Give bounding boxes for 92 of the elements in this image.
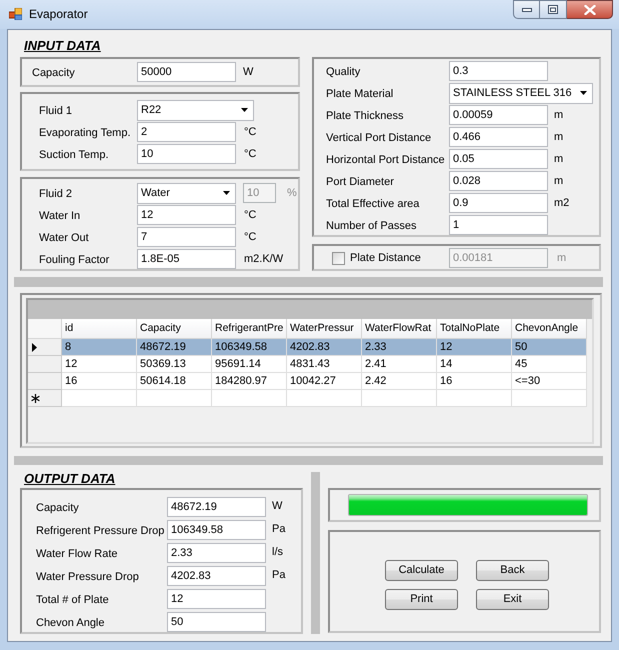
row-header[interactable] bbox=[28, 339, 62, 356]
field-label: Refrigerent Pressure Drop bbox=[36, 524, 164, 536]
field-label: Port Diameter bbox=[326, 176, 394, 188]
close-button[interactable] bbox=[567, 0, 613, 19]
text-field[interactable]: 48672.19 bbox=[167, 496, 266, 516]
section-heading: OUTPUT DATA bbox=[24, 471, 116, 486]
column-header[interactable]: WaterPressur bbox=[287, 319, 362, 339]
column-header[interactable]: ChevonAngle bbox=[512, 319, 587, 339]
text-field[interactable]: 106349.58 bbox=[167, 520, 266, 540]
field-label: Fouling Factor bbox=[39, 254, 110, 266]
text-field[interactable]: 12 bbox=[137, 205, 236, 225]
minimize-button[interactable] bbox=[513, 0, 540, 19]
maximize-icon bbox=[548, 5, 558, 14]
dropdown[interactable]: STAINLESS STEEL 316 bbox=[449, 82, 593, 104]
unit-label: Pa bbox=[272, 568, 286, 584]
field-label: Number of Passes bbox=[326, 220, 416, 232]
field-label: Horizontal Port Distance bbox=[326, 154, 445, 166]
unit-label: m2.K/W bbox=[244, 252, 284, 267]
action-button[interactable]: Exit bbox=[476, 589, 549, 610]
unit-label: m bbox=[554, 130, 564, 145]
unit-label: l/s bbox=[272, 545, 283, 560]
field-label: Capacity bbox=[36, 502, 79, 514]
minimize-icon bbox=[522, 8, 532, 12]
action-button[interactable]: Calculate bbox=[385, 560, 458, 581]
text-field[interactable]: 2 bbox=[137, 122, 236, 142]
field-label: Suction Temp. bbox=[39, 149, 109, 161]
text-field[interactable]: 7 bbox=[137, 227, 236, 247]
text-field[interactable]: 1 bbox=[449, 215, 548, 235]
field-label: Capacity bbox=[32, 67, 75, 79]
text-field[interactable]: 1.8E-05 bbox=[137, 249, 236, 269]
text-field[interactable]: 0.466 bbox=[449, 127, 548, 147]
current-row-icon bbox=[32, 342, 37, 352]
action-button[interactable]: Back bbox=[476, 560, 549, 581]
text-field[interactable]: 0.00059 bbox=[449, 105, 548, 125]
unit-label: m bbox=[554, 174, 564, 189]
row-header[interactable] bbox=[28, 390, 62, 407]
unit-label: Pa bbox=[272, 522, 286, 538]
field-label: Plate Thickness bbox=[326, 110, 404, 122]
text-field[interactable]: 2.33 bbox=[167, 542, 266, 562]
column-header[interactable]: RefrigerantPre bbox=[212, 319, 287, 339]
text-field[interactable]: 4202.83 bbox=[167, 566, 266, 586]
dropdown[interactable]: R22 bbox=[137, 100, 254, 120]
unit-label: °C bbox=[244, 146, 256, 162]
table-row[interactable]: 12 50369.13 95691.14 4831.43 2.41 14 45 bbox=[62, 356, 587, 373]
unit-label: °C bbox=[244, 124, 256, 140]
caret-icon bbox=[580, 91, 587, 95]
text-field[interactable]: 50000 bbox=[137, 62, 236, 82]
unit-label: W bbox=[272, 499, 282, 514]
field-label: Chevon Angle bbox=[36, 616, 104, 628]
action-button[interactable]: Print bbox=[385, 589, 458, 610]
column-header[interactable]: WaterFlowRat bbox=[362, 319, 437, 339]
field-label: Water Out bbox=[39, 232, 89, 244]
window-title: Evaporator bbox=[29, 7, 88, 21]
section-heading: INPUT DATA bbox=[24, 38, 101, 53]
column-header[interactable]: TotalNoPlate bbox=[437, 319, 512, 339]
unit-label: % bbox=[287, 186, 297, 201]
field-label: Vertical Port Distance bbox=[326, 132, 432, 144]
column-header[interactable]: id bbox=[62, 319, 137, 339]
unit-label: °C bbox=[244, 230, 256, 245]
field-label: Evaporating Temp. bbox=[39, 127, 131, 139]
unit-label: m bbox=[557, 250, 566, 266]
table-row[interactable]: 16 50614.18 184280.97 10042.27 2.42 16 <=30 bbox=[62, 373, 587, 390]
dropdown[interactable]: Water bbox=[137, 182, 236, 204]
text-field[interactable]: 0.028 bbox=[449, 171, 548, 191]
text-field[interactable]: 12 bbox=[167, 588, 266, 608]
caret-icon bbox=[241, 108, 248, 112]
unit-label: m bbox=[554, 108, 564, 123]
maximize-button[interactable] bbox=[540, 0, 567, 19]
caret-icon bbox=[223, 191, 230, 195]
text-field[interactable]: 0.3 bbox=[449, 61, 548, 81]
close-icon bbox=[584, 4, 596, 14]
field-label: Fluid 1 bbox=[39, 105, 72, 117]
field-label: Total # of Plate bbox=[36, 594, 109, 606]
field-label: Water In bbox=[39, 210, 80, 222]
text-field[interactable]: 50 bbox=[167, 612, 266, 632]
field-label: Total Effective area bbox=[326, 198, 420, 210]
unit-label: W bbox=[243, 64, 254, 80]
unit-label: m2 bbox=[554, 196, 570, 211]
text-field[interactable]: 10 bbox=[137, 144, 236, 164]
asterisk-icon bbox=[31, 394, 40, 402]
field-label: Water Flow Rate bbox=[36, 548, 118, 560]
field-label: Fluid 2 bbox=[39, 188, 72, 200]
field-label: Water Pressure Drop bbox=[36, 570, 139, 582]
text-field[interactable]: 0.05 bbox=[449, 149, 548, 169]
table-row[interactable]: 8 48672.19 106349.58 4202.83 2.33 12 50 bbox=[62, 339, 587, 356]
text-field[interactable]: 0.9 bbox=[449, 193, 548, 213]
unit-label: m bbox=[554, 152, 564, 167]
window-icon bbox=[9, 8, 22, 20]
field-label: Plate Material bbox=[326, 88, 394, 100]
field-label: Quality bbox=[326, 66, 360, 78]
unit-label: °C bbox=[244, 208, 256, 223]
column-header[interactable]: Capacity bbox=[137, 319, 212, 339]
